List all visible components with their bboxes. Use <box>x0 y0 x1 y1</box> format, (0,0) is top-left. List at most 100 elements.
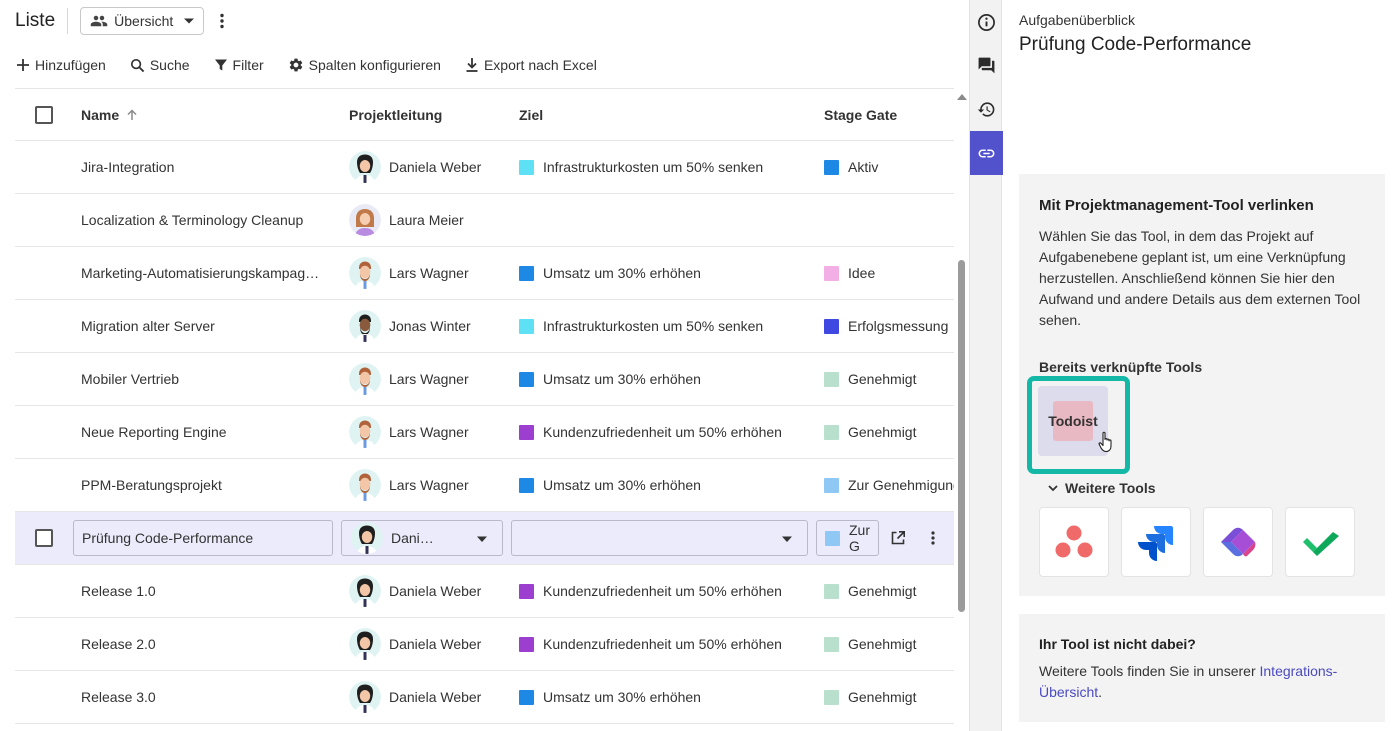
row-lead-text: Daniela Weber <box>389 583 482 599</box>
row-name[interactable]: Localization & Terminology Cleanup <box>81 194 331 246</box>
table-row[interactable]: Mobiler Vertrieb Lars Wagner Umsatz um 30%… <box>15 353 954 406</box>
row-stage[interactable]: Genehmigt <box>824 353 954 405</box>
name-edit-field[interactable]: Prüfung Code-Performance <box>73 520 333 556</box>
filter-button[interactable]: Filter <box>214 57 264 73</box>
stage-select[interactable]: Zur G <box>816 520 879 556</box>
goal-select[interactable] <box>511 520 808 556</box>
rail-comments-button[interactable] <box>970 43 1003 87</box>
table-row-selected[interactable]: Prüfung Code-Performance Dani… Zur G <box>15 512 954 565</box>
row-name[interactable]: Neue Reporting Engine <box>81 406 331 458</box>
rail-history-button[interactable] <box>970 87 1003 131</box>
rail-info-button[interactable] <box>970 0 1003 44</box>
row-goal[interactable]: Infrastrukturkosten um 50% senken <box>519 141 809 193</box>
configure-columns-button[interactable]: Spalten konfigurieren <box>288 57 441 73</box>
row-goal[interactable]: Kundenzufriedenheit um 50% erhöhen <box>519 565 809 617</box>
row-lead[interactable]: Daniela Weber <box>349 618 509 670</box>
search-icon <box>130 58 145 72</box>
jira-tool-button[interactable] <box>1121 507 1191 577</box>
column-header-goal[interactable]: Ziel <box>519 89 809 140</box>
table-row[interactable]: Migration alter Server Jonas Winter Infras… <box>15 300 954 353</box>
row-lead[interactable]: Lars Wagner <box>349 459 509 511</box>
row-goal[interactable]: Umsatz um 30% erhöhen <box>519 671 809 723</box>
open-external-icon[interactable] <box>890 530 906 546</box>
page-title: Liste <box>15 10 56 31</box>
stage-color-swatch <box>824 159 839 175</box>
column-header-lead[interactable]: Projektleitung <box>349 89 509 140</box>
row-stage[interactable]: Genehmigt <box>824 671 954 723</box>
row-goal[interactable] <box>519 194 809 246</box>
table-body-top: Jira-Integration Daniela Weber Infrastrukt… <box>15 141 954 512</box>
table-row[interactable]: Neue Reporting Engine Lars Wagner Kundenzu… <box>15 406 954 459</box>
row-name[interactable]: Mobiler Vertrieb <box>81 353 331 405</box>
row-stage[interactable]: Idee <box>824 247 954 299</box>
row-lead[interactable]: Lars Wagner <box>349 406 509 458</box>
row-lead[interactable]: Jonas Winter <box>349 300 509 352</box>
table-row[interactable]: Release 2.0 Daniela Weber Kundenzufriedenh… <box>15 618 954 671</box>
column-header-name[interactable]: Name <box>81 89 331 140</box>
table-header: Name Projektleitung Ziel Stage Gate <box>15 88 954 141</box>
table-row[interactable]: Marketing-Automatisierungskampag… Lars Wa… <box>15 247 954 300</box>
row-goal-text: Kundenzufriedenheit um 50% erhöhen <box>543 636 782 652</box>
row-goal[interactable]: Umsatz um 30% erhöhen <box>519 353 809 405</box>
row-goal[interactable]: Infrastrukturkosten um 50% senken <box>519 300 809 352</box>
export-excel-button[interactable]: Export nach Excel <box>465 57 597 73</box>
row-stage[interactable]: Erfolgsmessung <box>824 300 954 352</box>
add-button[interactable]: Hinzufügen <box>16 57 106 73</box>
lead-select[interactable]: Dani… <box>341 520 503 556</box>
ms-planner-tool-button[interactable] <box>1203 507 1273 577</box>
row-stage[interactable]: Genehmigt <box>824 565 954 617</box>
row-name[interactable]: Migration alter Server <box>81 300 331 352</box>
row-lead[interactable]: Daniela Weber <box>349 141 509 193</box>
table-row[interactable]: Release 3.0 Daniela Weber Umsatz um 30% er… <box>15 671 954 724</box>
row-goal-text: Kundenzufriedenheit um 50% erhöhen <box>543 424 782 440</box>
row-more-icon[interactable] <box>925 530 941 546</box>
row-lead[interactable]: Daniela Weber <box>349 671 509 723</box>
rail-link-button[interactable] <box>970 131 1003 175</box>
row-name-text: Release 1.0 <box>81 583 156 599</box>
filter-button-label: Filter <box>232 57 264 73</box>
row-lead[interactable]: Daniela Weber <box>349 565 509 617</box>
more-tools-toggle[interactable]: Weitere Tools <box>1047 480 1156 496</box>
row-name[interactable]: Jira-Integration <box>81 141 331 193</box>
row-goal[interactable]: Kundenzufriedenheit um 50% erhöhen <box>519 618 809 670</box>
row-stage-text: Erfolgsmessung <box>848 318 949 334</box>
asana-tool-button[interactable] <box>1039 507 1109 577</box>
table-row[interactable]: Jira-Integration Daniela Weber Infrastrukt… <box>15 141 954 194</box>
row-goal[interactable]: Umsatz um 30% erhöhen <box>519 459 809 511</box>
row-lead[interactable]: Laura Meier <box>349 194 509 246</box>
table-row[interactable]: Release 1.0 Daniela Weber Kundenzufriedenh… <box>15 565 954 618</box>
select-all-checkbox[interactable] <box>35 89 53 140</box>
row-stage[interactable]: Zur Genehmigung <box>824 459 954 511</box>
row-stage[interactable]: Genehmigt <box>824 406 954 458</box>
row-goal[interactable]: Umsatz um 30% erhöhen <box>519 247 809 299</box>
row-stage[interactable]: Aktiv <box>824 141 954 193</box>
goal-color-swatch <box>519 689 534 705</box>
row-checkbox[interactable] <box>35 512 53 564</box>
row-goal[interactable]: Kundenzufriedenheit um 50% erhöhen <box>519 406 809 458</box>
jira-icon <box>1138 526 1173 561</box>
row-name[interactable]: Marketing-Automatisierungskampag… <box>81 247 331 299</box>
row-lead[interactable]: Lars Wagner <box>349 247 509 299</box>
row-stage[interactable]: Genehmigt <box>824 618 954 670</box>
row-name[interactable]: Release 3.0 <box>81 671 331 723</box>
row-name[interactable]: Release 1.0 <box>81 565 331 617</box>
panel-title: Prüfung Code-Performance <box>1019 34 1252 55</box>
table-row[interactable]: Localization & Terminology Cleanup Laura … <box>15 194 954 247</box>
filter-icon <box>214 59 227 71</box>
check-tool-button[interactable] <box>1285 507 1355 577</box>
row-stage[interactable] <box>824 194 954 246</box>
row-name[interactable]: PPM-Beratungsprojekt <box>81 459 331 511</box>
scroll-up-icon[interactable] <box>957 93 967 101</box>
search-button[interactable]: Suche <box>130 57 190 73</box>
row-stage-text: Genehmigt <box>848 424 917 440</box>
row-lead[interactable]: Lars Wagner <box>349 353 509 405</box>
linked-tool-highlight: Todoist <box>1027 376 1130 474</box>
todoist-label: Todoist <box>1048 413 1098 429</box>
row-goal-text: Infrastrukturkosten um 50% senken <box>543 318 764 334</box>
view-selector[interactable]: Übersicht <box>80 7 205 35</box>
more-options-icon[interactable] <box>214 12 230 30</box>
row-name[interactable]: Release 2.0 <box>81 618 331 670</box>
table-row[interactable]: PPM-Beratungsprojekt Lars Wagner Umsatz um… <box>15 459 954 512</box>
column-header-stage[interactable]: Stage Gate <box>824 89 954 140</box>
scrollbar-thumb[interactable] <box>958 260 965 612</box>
